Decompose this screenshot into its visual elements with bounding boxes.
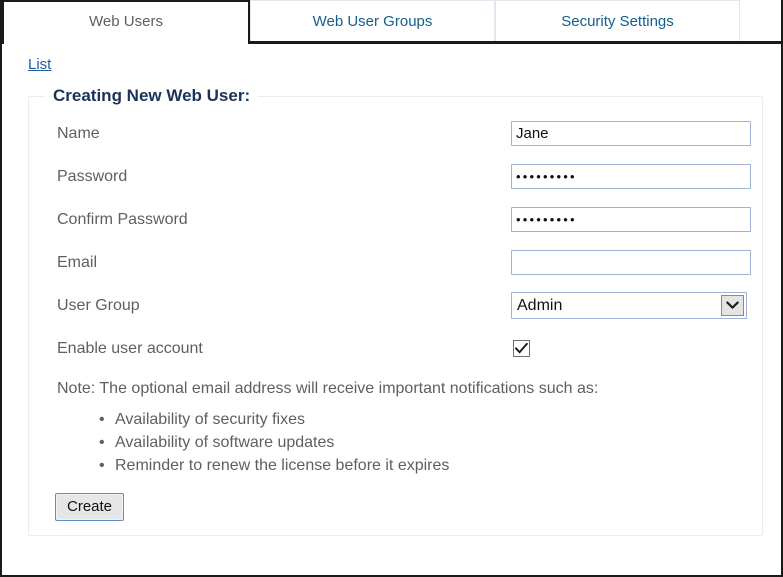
confirm-password-control <box>511 207 752 232</box>
chevron-down-icon[interactable] <box>721 295 744 316</box>
name-input[interactable] <box>511 121 751 146</box>
tab-web-users-label: Web Users <box>89 14 163 29</box>
name-label: Name <box>39 125 511 143</box>
enable-account-control <box>511 340 752 357</box>
tab-security-settings-label: Security Settings <box>561 14 674 29</box>
form-actions: Create <box>39 477 752 521</box>
list-item: Availability of security fixes <box>99 408 752 431</box>
create-web-user-fieldset: Creating New Web User: Name Password <box>28 86 763 536</box>
email-control <box>511 250 752 275</box>
list-item: Reminder to renew the license before it … <box>99 454 752 477</box>
enable-account-checkbox[interactable] <box>513 340 530 357</box>
user-group-selected-value: Admin <box>512 297 721 315</box>
password-control <box>511 164 752 189</box>
confirm-password-label: Confirm Password <box>39 211 511 229</box>
checkmark-icon <box>515 343 528 354</box>
tab-panel-web-users: List Creating New Web User: Name Passwor… <box>2 44 781 536</box>
form-row-user-group: User Group Admin <box>39 284 752 327</box>
form-row-name: Name <box>39 112 752 155</box>
confirm-password-input[interactable] <box>511 207 751 232</box>
create-web-user-form: Name Password Confirm Password <box>39 112 752 370</box>
tab-web-users[interactable]: Web Users <box>2 0 250 41</box>
tab-bar-filler <box>740 0 781 41</box>
form-row-email: Email <box>39 241 752 284</box>
form-row-confirm-password: Confirm Password <box>39 198 752 241</box>
password-input[interactable] <box>511 164 751 189</box>
breadcrumb-list-link[interactable]: List <box>28 56 51 73</box>
email-label: Email <box>39 254 511 272</box>
enable-account-label: Enable user account <box>39 340 511 358</box>
email-note-text: Note: The optional email address will re… <box>39 370 752 398</box>
breadcrumb: List <box>14 44 769 78</box>
user-group-control: Admin <box>511 292 752 319</box>
tab-web-user-groups-label: Web User Groups <box>313 14 433 29</box>
name-control <box>511 121 752 146</box>
web-users-admin-window: Web Users Web User Groups Security Setti… <box>0 0 783 577</box>
form-row-password: Password <box>39 155 752 198</box>
email-note-bullet-list: Availability of security fixes Availabil… <box>39 408 752 477</box>
tab-security-settings[interactable]: Security Settings <box>495 0 740 41</box>
page-title: Creating New Web User: <box>45 86 258 106</box>
email-input[interactable] <box>511 250 751 275</box>
form-row-enable-account: Enable user account <box>39 327 752 370</box>
user-group-label: User Group <box>39 297 511 315</box>
tab-bar: Web Users Web User Groups Security Setti… <box>2 0 781 44</box>
tab-web-user-groups[interactable]: Web User Groups <box>250 0 495 41</box>
create-button[interactable]: Create <box>55 493 124 521</box>
list-item: Availability of software updates <box>99 431 752 454</box>
password-label: Password <box>39 168 511 186</box>
user-group-select[interactable]: Admin <box>511 292 747 319</box>
